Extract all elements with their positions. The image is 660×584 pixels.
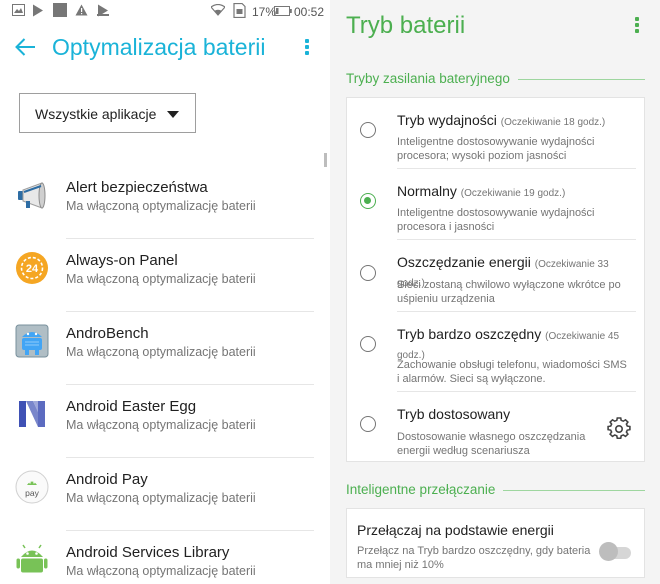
- mode-description: Zachowanie obsługi telefonu, wiadomości …: [397, 359, 627, 385]
- page-title: Tryb baterii: [346, 12, 466, 39]
- app-status: Ma włączoną optymalizację baterii: [66, 418, 256, 432]
- smart-switch-description: Przełącz na Tryb bardzo oszczędny, gdy b…: [357, 545, 591, 571]
- overflow-menu-icon[interactable]: [304, 39, 310, 57]
- app-name: Android Services Library: [66, 544, 230, 561]
- sim-icon: [233, 3, 246, 18]
- section-header-smart-switching: Inteligentne przełączanie: [346, 482, 504, 497]
- app-status: Ma włączoną optymalizację baterii: [66, 564, 256, 578]
- app-name: AndroBench: [66, 325, 149, 342]
- mode-power-saving[interactable]: Oszczędzanie energii (Oczekiwanie 33 god…: [347, 240, 644, 312]
- app-status: Ma włączoną optymalizację baterii: [66, 345, 256, 359]
- app-row[interactable]: pay Android Pay Ma włączoną optymalizacj…: [0, 458, 322, 531]
- mode-title: Tryb bardzo oszczędny: [397, 326, 542, 342]
- gallery-notification-icon: [12, 4, 25, 16]
- app-status: Ma włączoną optymalizację baterii: [66, 272, 256, 286]
- app-row[interactable]: Android Easter Egg Ma włączoną optymaliz…: [0, 385, 322, 458]
- mode-title: Oszczędzanie energii: [397, 254, 531, 270]
- battery-mode-screen: Tryb baterii Tryby zasilania bateryjnego…: [330, 0, 660, 584]
- mode-description: Sieci zostaną chwilowo wyłączone wkrótce…: [397, 279, 621, 305]
- app-notification-icon: [53, 3, 67, 17]
- play-notification-icon: [97, 4, 109, 17]
- gear-icon[interactable]: [607, 417, 631, 441]
- status-bar: 17% 00:52: [0, 0, 330, 24]
- app-name: Android Easter Egg: [66, 398, 197, 415]
- mode-title: Normalny: [397, 183, 457, 199]
- megaphone-icon: [18, 182, 46, 209]
- dropdown-caret-icon: [167, 111, 179, 118]
- app-name: Always-on Panel: [66, 252, 178, 269]
- mode-radio-selected[interactable]: [360, 193, 376, 209]
- battery-icon: [274, 6, 292, 16]
- mode-title: Tryb dostosowany: [397, 406, 511, 422]
- app-name: Android Pay: [66, 471, 148, 488]
- mode-radio[interactable]: [360, 416, 376, 432]
- mode-estimate: (Oczekiwanie 19 godz.): [460, 188, 566, 199]
- scrollbar-thumb[interactable]: [324, 153, 327, 167]
- app-row[interactable]: Alert bezpieczeństwa Ma włączoną optymal…: [0, 166, 322, 239]
- play-store-notification-icon: [33, 4, 43, 17]
- mode-radio[interactable]: [360, 122, 376, 138]
- warning-notification-icon: [75, 4, 88, 16]
- app-status: Ma włączoną optymalizację baterii: [66, 199, 256, 213]
- mode-title: Tryb wydajności: [397, 112, 497, 128]
- mode-performance[interactable]: Tryb wydajności (Oczekiwanie 18 godz.) I…: [347, 98, 644, 169]
- smart-switch-card[interactable]: Przełączaj na podstawie energii Przełącz…: [346, 508, 645, 578]
- always-on-panel-icon: 24: [16, 252, 48, 284]
- wifi-icon: [211, 4, 225, 16]
- power-modes-card: Tryb wydajności (Oczekiwanie 18 godz.) I…: [346, 97, 645, 462]
- page-title: Optymalizacja baterii: [52, 34, 266, 60]
- app-row[interactable]: Android Services Library Ma włączoną opt…: [0, 531, 322, 584]
- app-status: Ma włączoną optymalizację baterii: [66, 491, 256, 505]
- smart-switch-title: Przełączaj na podstawie energii: [357, 522, 554, 538]
- battery-optimization-screen: 17% 00:52 Optymalizacja baterii Wszystki…: [0, 0, 330, 584]
- section-header-power-modes: Tryby zasilania bateryjnego: [346, 71, 518, 86]
- smart-switch-toggle[interactable]: [599, 542, 618, 561]
- app-filter-dropdown[interactable]: Wszystkie aplikacje: [19, 93, 196, 133]
- mode-description: Inteligentne dostosowywanie wydajności p…: [397, 207, 595, 233]
- androbench-icon: [15, 324, 49, 358]
- mode-estimate: (Oczekiwanie 18 godz.): [500, 117, 606, 128]
- mode-description: Inteligentne dostosowywanie wydajności p…: [397, 136, 595, 162]
- app-name: Alert bezpieczeństwa: [66, 179, 208, 196]
- app-filter-selected: Wszystkie aplikacje: [35, 106, 157, 122]
- overflow-menu-icon[interactable]: [634, 17, 640, 35]
- android-pay-icon: pay: [15, 470, 49, 504]
- mode-radio[interactable]: [360, 265, 376, 281]
- android-robot-icon: [16, 544, 48, 573]
- mode-description: Dostosowanie własnego oszczędzania energ…: [397, 431, 586, 457]
- mode-normal[interactable]: Normalny (Oczekiwanie 19 godz.) Intelige…: [347, 169, 644, 240]
- always-on-badge-text: 24: [26, 263, 39, 275]
- mode-ultra-saving[interactable]: Tryb bardzo oszczędny (Oczekiwanie 45 go…: [347, 312, 644, 392]
- android-n-icon: [19, 401, 45, 427]
- pay-badge-text: pay: [25, 488, 39, 498]
- battery-percent: 17%: [252, 5, 277, 19]
- back-arrow-icon[interactable]: [14, 37, 36, 57]
- app-row[interactable]: 24 Always-on Panel Ma włączoną optymaliz…: [0, 239, 322, 312]
- clock: 00:52: [294, 5, 325, 19]
- app-row[interactable]: AndroBench Ma włączoną optymalizację bat…: [0, 312, 322, 385]
- mode-radio[interactable]: [360, 336, 376, 352]
- mode-customized[interactable]: Tryb dostosowany Dostosowanie własnego o…: [347, 392, 644, 461]
